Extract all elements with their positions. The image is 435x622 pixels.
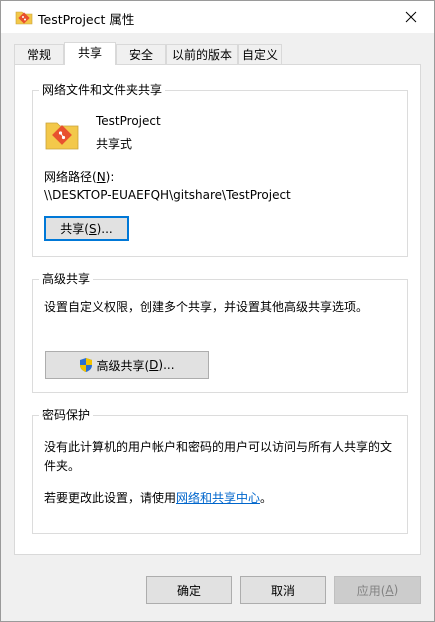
share-button[interactable]: 共享(S)...	[44, 216, 129, 241]
advanced-share-button[interactable]: 高级共享(D)...	[45, 351, 209, 379]
tab-security[interactable]: 安全	[116, 44, 166, 64]
password-protection-group: 密码保护 没有此计算机的用户帐户和密码的用户可以访问与所有人共享的文 件夹。 若…	[32, 408, 408, 534]
advanced-share-description: 设置自定义权限，创建多个共享，并设置其他高级共享选项。	[44, 300, 369, 314]
change-setting-text: 若要更改此设置，请使用网络和共享中心。	[44, 491, 273, 505]
tab-general[interactable]: 常规	[14, 44, 64, 64]
password-description-line1: 没有此计算机的用户帐户和密码的用户可以访问与所有人共享的文	[44, 440, 393, 454]
tab-customize[interactable]: 自定义	[238, 44, 282, 64]
close-icon	[405, 11, 417, 23]
folder-git-icon	[15, 11, 33, 25]
close-button[interactable]	[388, 1, 434, 33]
title-bar[interactable]: TestProject 属性	[1, 1, 434, 33]
sharing-panel: 网络文件和文件夹共享 TestProject 共享式 网络路径(N): \\DE…	[14, 64, 421, 555]
network-path-value: \\DESKTOP-EUAEFQH\gitshare\TestProject	[44, 188, 291, 202]
shared-folder-icon	[45, 122, 79, 150]
folder-name: TestProject	[96, 114, 161, 128]
network-share-group: 网络文件和文件夹共享 TestProject 共享式 网络路径(N): \\DE…	[32, 83, 408, 257]
network-share-group-title: 网络文件和文件夹共享	[39, 83, 166, 97]
password-description-line2: 件夹。	[44, 459, 81, 473]
cancel-button[interactable]: 取消	[240, 576, 326, 604]
tab-previous-versions[interactable]: 以前的版本	[166, 44, 238, 64]
uac-shield-icon	[80, 358, 93, 372]
network-path-label: 网络路径(N):	[44, 170, 115, 184]
ok-button[interactable]: 确定	[146, 576, 232, 604]
advanced-share-group-title: 高级共享	[39, 272, 94, 286]
network-sharing-center-link[interactable]: 网络和共享中心	[176, 491, 260, 505]
apply-button[interactable]: 应用(A)	[334, 576, 421, 604]
advanced-share-group: 高级共享 设置自定义权限，创建多个共享，并设置其他高级共享选项。 高级共享(D)…	[32, 272, 408, 393]
properties-window: TestProject 属性 常规 共享 安全 以前的版本 自定义 网络文件和文…	[0, 0, 435, 622]
tab-sharing[interactable]: 共享	[64, 42, 116, 65]
folder-share-status: 共享式	[96, 137, 133, 151]
window-title: TestProject 属性	[38, 12, 135, 27]
password-protection-group-title: 密码保护	[39, 408, 94, 422]
